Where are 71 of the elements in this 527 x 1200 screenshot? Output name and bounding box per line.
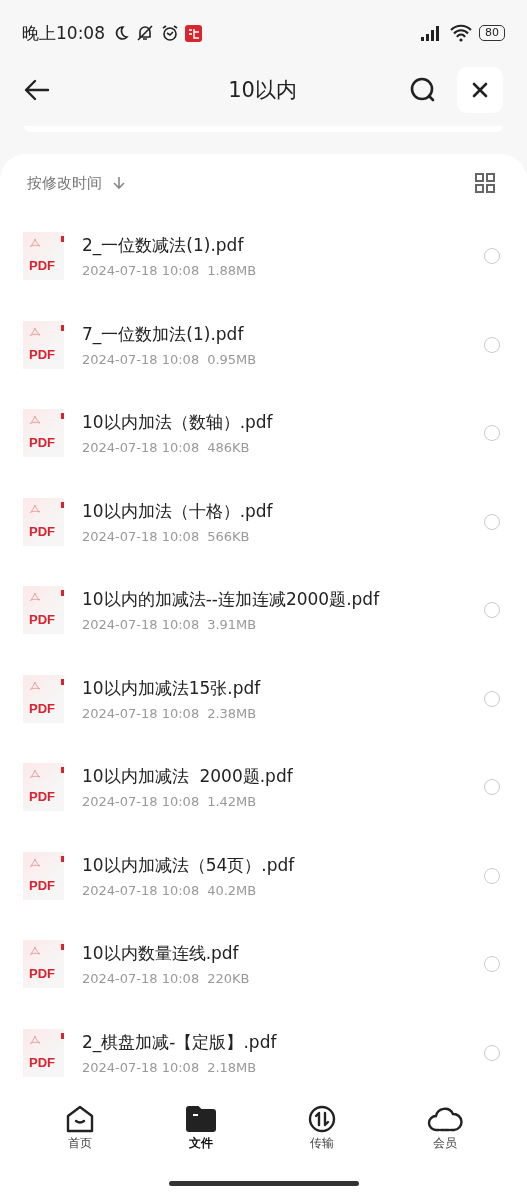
grid-icon (475, 173, 495, 193)
file-size: 2.38MB (207, 705, 257, 721)
pdf-file-icon: PDF (23, 940, 64, 989)
close-button[interactable] (457, 67, 503, 113)
file-row[interactable]: PDF 10以内加减法 2000题.pdf 2024-07-18 10:08 1.42MB (0, 743, 527, 832)
battery-indicator: 80 (479, 25, 505, 41)
back-button[interactable] (22, 77, 52, 103)
file-row[interactable]: PDF 10以内加减法（54页）.pdf 2024-07-18 10:08 40.2MB (0, 831, 527, 920)
status-time: 晚上10:08 (22, 21, 105, 45)
file-name: 10以内加法（十格）.pdf (82, 499, 274, 523)
app-icon (185, 24, 202, 42)
pdf-file-icon: PDF (23, 320, 64, 369)
nav-tab[interactable]: 文件 (185, 1105, 218, 1165)
file-size: 2.18MB (207, 1059, 257, 1075)
file-size: 486KB (207, 440, 250, 456)
wifi-icon (449, 24, 473, 42)
file-row[interactable]: PDF 2_棋盘加减-【定版】.pdf 2024-07-18 10:08 2.18MB (0, 1008, 527, 1097)
file-date: 2024-07-18 10:08 (82, 1059, 200, 1075)
file-name: 7_一位数加法(1).pdf (82, 322, 245, 346)
file-date: 2024-07-18 10:08 (82, 617, 200, 633)
pdf-file-icon: PDF (23, 409, 64, 458)
pdf-file-icon: PDF (23, 497, 64, 546)
file-date: 2024-07-18 10:08 (82, 440, 200, 456)
file-date: 2024-07-18 10:08 (82, 263, 200, 279)
pdf-file-icon: PDF (23, 763, 64, 812)
nav-tab[interactable]: 传输 (305, 1105, 338, 1165)
pdf-file-icon: PDF (23, 674, 64, 723)
file-name: 10以内的加减法--连加连减2000题.pdf (82, 588, 381, 612)
file-row[interactable]: PDF 10以内加法（数轴）.pdf 2024-07-18 10:08 486KB (0, 389, 527, 478)
moon-icon (113, 25, 129, 41)
file-date: 2024-07-18 10:08 (82, 794, 200, 810)
file-date: 2024-07-18 10:08 (82, 705, 200, 721)
file-row[interactable]: PDF 10以内的加减法--连加连减2000题.pdf 2024-07-18 10:08 3.91MB (0, 566, 527, 655)
nav-tab[interactable]: 会员 (426, 1105, 463, 1165)
page-title: 10以内 (228, 77, 297, 104)
file-date: 2024-07-18 10:08 (82, 351, 200, 367)
grid-view-button[interactable] (473, 171, 497, 195)
file-name: 10以内数量连线.pdf (82, 942, 240, 966)
file-size: 1.42MB (207, 794, 257, 810)
pdf-file-icon: PDF (23, 1028, 64, 1077)
back-arrow-icon (24, 79, 50, 101)
sort-button[interactable]: 按修改时间 (27, 173, 126, 193)
search-icon (409, 76, 437, 104)
file-date: 2024-07-18 10:08 (82, 528, 200, 544)
file-name: 10以内加法（数轴）.pdf (82, 411, 274, 435)
file-name: 10以内加减法 2000题.pdf (82, 765, 294, 789)
file-row[interactable]: PDF 10以内加法（十格）.pdf 2024-07-18 10:08 566KB (0, 477, 527, 566)
file-name: 10以内加减法（54页）.pdf (82, 853, 296, 877)
file-date: 2024-07-18 10:08 (82, 882, 200, 898)
close-icon (472, 82, 488, 98)
file-row[interactable]: PDF 2_一位数减法(1).pdf 2024-07-18 10:08 1.88MB (0, 212, 527, 301)
muted-bell-icon (135, 24, 155, 42)
file-name: 10以内加减法15张.pdf (82, 676, 262, 700)
file-row[interactable]: PDF 7_一位数加法(1).pdf 2024-07-18 10:08 0.95MB (0, 300, 527, 389)
pdf-file-icon: PDF (23, 232, 64, 281)
file-size: 40.2MB (207, 882, 257, 898)
file-date: 2024-07-18 10:08 (82, 971, 200, 987)
file-size: 566KB (207, 528, 250, 544)
file-size: 1.88MB (207, 263, 257, 279)
file-name: 2_一位数减法(1).pdf (82, 234, 245, 258)
file-size: 0.95MB (207, 351, 257, 367)
file-row[interactable]: PDF 10以内数量连线.pdf 2024-07-18 10:08 220KB (0, 920, 527, 1009)
pdf-file-icon: PDF (23, 851, 64, 900)
file-size: 3.91MB (207, 617, 257, 633)
file-name: 2_棋盘加减-【定版】.pdf (82, 1030, 278, 1054)
alarm-icon (161, 24, 179, 42)
pdf-file-icon: PDF (23, 586, 64, 635)
nav-tab[interactable]: 首页 (64, 1105, 97, 1165)
down-arrow-icon (112, 176, 126, 190)
file-row[interactable]: PDF 10以内加减法15张.pdf 2024-07-18 10:08 2.38MB (0, 654, 527, 743)
file-size: 220KB (207, 971, 250, 987)
